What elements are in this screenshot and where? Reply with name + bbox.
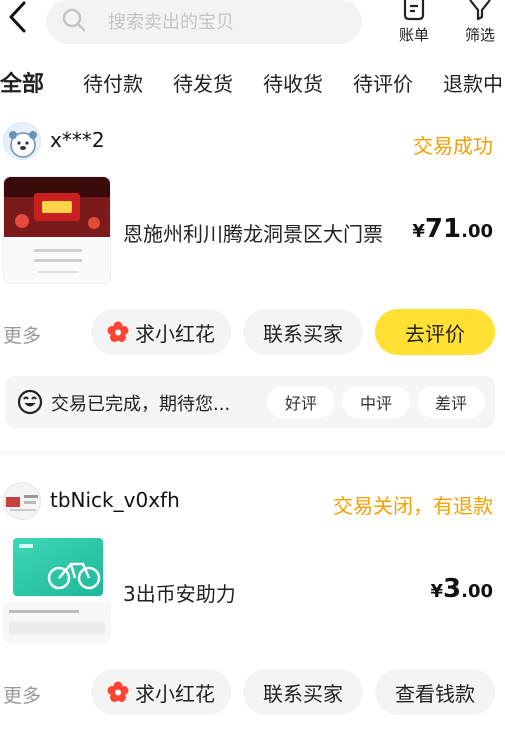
filter-button[interactable]: 筛选 — [455, 0, 505, 45]
view-payment-label: 查看钱款 — [395, 681, 475, 706]
bad-review-chip[interactable]: 差评 — [417, 386, 485, 418]
tab-label: 待付款 — [83, 72, 143, 96]
more-button[interactable]: 更多 — [3, 681, 41, 708]
leave-review-label: 去评价 — [405, 321, 465, 346]
contact-buyer-button[interactable]: 联系买家 — [243, 669, 363, 715]
product-thumbnail[interactable] — [3, 536, 111, 644]
more-button[interactable]: 更多 — [3, 321, 41, 348]
tab-label: 全部 — [0, 72, 45, 97]
tab-label: 待评价 — [353, 72, 413, 96]
back-arrow-icon — [9, 1, 26, 33]
order-card[interactable]: x***2 交易成功 恩施州利川腾龙洞景区大门票 ¥71.00 更多 求小红花 … — [0, 118, 505, 438]
back-button[interactable] — [2, 0, 38, 40]
tab-pending-review[interactable]: 待评价 — [353, 68, 413, 97]
search-input[interactable]: 搜索卖出的宝贝 — [46, 0, 362, 44]
search-icon — [62, 8, 86, 32]
product-image — [4, 177, 110, 283]
product-image — [3, 538, 111, 644]
tab-all[interactable]: 全部 — [0, 66, 44, 98]
contact-buyer-button[interactable]: 联系买家 — [243, 309, 363, 355]
bill-icon — [403, 0, 425, 21]
view-payment-button[interactable]: 查看钱款 — [375, 669, 495, 715]
order-status: 交易成功 — [413, 134, 493, 158]
price-decimal: .00 — [461, 581, 493, 602]
good-review-chip[interactable]: 好评 — [267, 386, 335, 418]
product-thumbnail[interactable] — [3, 176, 111, 284]
price-integer: 71 — [424, 214, 462, 244]
red-flower-icon — [107, 321, 129, 342]
order-divider — [0, 452, 505, 453]
order-card[interactable]: tbNick_v0xfh 交易关闭，有退款 3出币安助力 ¥3.00 更多 求小… — [0, 478, 505, 733]
search-placeholder: 搜索卖出的宝贝 — [108, 12, 234, 33]
product-price: ¥3.00 — [430, 574, 493, 604]
price-currency: ¥ — [430, 581, 444, 602]
tab-pending-receipt[interactable]: 待收货 — [263, 68, 323, 97]
buyer-name[interactable]: tbNick_v0xfh — [50, 488, 180, 512]
good-review-label: 好评 — [284, 394, 317, 413]
review-prompt-text: 交易已完成，期待您... — [51, 394, 231, 415]
price-integer: 3 — [443, 574, 462, 604]
bill-button[interactable]: 账单 — [389, 0, 439, 45]
tab-label: 待发货 — [173, 72, 233, 96]
contact-buyer-label: 联系买家 — [263, 321, 343, 346]
buyer-name[interactable]: x***2 — [50, 128, 105, 152]
request-flower-label: 求小红花 — [135, 681, 215, 706]
bill-label: 账单 — [398, 26, 429, 44]
product-price: ¥71.00 — [412, 214, 493, 244]
review-prompt-bar: 交易已完成，期待您... 好评 中评 差评 — [5, 376, 495, 428]
smiley-face-icon — [17, 389, 43, 415]
avatar[interactable] — [3, 482, 41, 520]
price-currency: ¥ — [412, 221, 425, 242]
red-flower-icon — [107, 681, 129, 702]
contact-buyer-label: 联系买家 — [263, 681, 343, 706]
buyer-avatar-image — [6, 495, 38, 511]
product-title[interactable]: 3出币安助力 — [123, 578, 236, 607]
tab-label: 待收货 — [263, 72, 323, 96]
filter-icon — [469, 0, 491, 21]
filter-label: 筛选 — [464, 26, 495, 44]
order-status: 交易关闭，有退款 — [333, 494, 493, 518]
bad-review-label: 差评 — [434, 394, 467, 413]
avatar[interactable] — [3, 122, 41, 160]
leave-review-button[interactable]: 去评价 — [375, 309, 495, 355]
tab-refunding[interactable]: 退款中 — [443, 68, 503, 97]
product-title[interactable]: 恩施州利川腾龙洞景区大门票 — [123, 218, 383, 247]
request-flower-button[interactable]: 求小红花 — [91, 309, 231, 355]
tab-pending-shipment[interactable]: 待发货 — [173, 68, 233, 97]
status-tabs: 全部 待付款 待发货 待收货 待评价 退款中 — [0, 66, 505, 102]
tab-label: 退款中 — [443, 72, 503, 96]
neutral-review-chip[interactable]: 中评 — [342, 386, 410, 418]
top-bar: 搜索卖出的宝贝 账单 筛选 — [0, 0, 505, 58]
neutral-review-label: 中评 — [359, 394, 392, 413]
request-flower-label: 求小红花 — [135, 321, 215, 346]
request-flower-button[interactable]: 求小红花 — [91, 669, 231, 715]
buyer-avatar-image — [9, 131, 37, 158]
price-decimal: .00 — [461, 221, 493, 242]
tab-pending-payment[interactable]: 待付款 — [83, 68, 143, 97]
